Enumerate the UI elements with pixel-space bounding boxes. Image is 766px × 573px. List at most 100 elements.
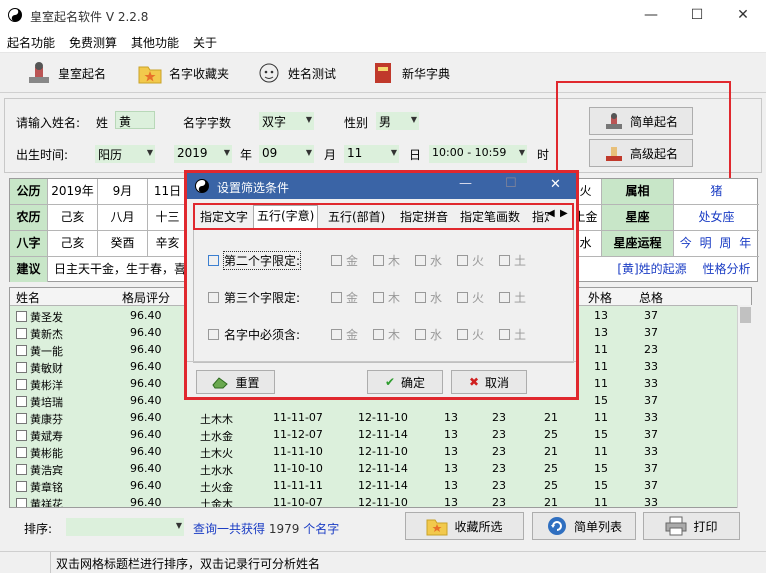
element-checkbox[interactable]: [415, 255, 426, 266]
surname-origin-link[interactable]: [黄]姓的起源: [610, 257, 694, 282]
favorites-button[interactable]: 名字收藏夹: [137, 59, 229, 87]
tab-more[interactable]: 指定: [529, 207, 549, 227]
day-select[interactable]: 11 ▼: [344, 145, 399, 163]
element-checkbox[interactable]: [331, 292, 342, 303]
close-button[interactable]: ✕: [720, 0, 766, 31]
cell-a: 11-12-07: [273, 428, 323, 441]
cell-c: 13: [444, 496, 458, 508]
maximize-button[interactable]: ☐: [674, 0, 720, 31]
dialog-minimize-button[interactable]: —: [459, 176, 472, 191]
cell-score: 96.40: [130, 343, 162, 356]
row-checkbox[interactable]: [16, 430, 27, 441]
table-row[interactable]: 黄章铭 96.40 土火金 11-11-11 12-11-14 13 23 25 15 37: [10, 478, 751, 495]
row-checkbox[interactable]: [16, 311, 27, 322]
name-test-button[interactable]: 姓名测试: [256, 59, 336, 87]
table-row[interactable]: 黄祥花 96.40 土金木 11-10-07 12-11-10 13 23 21 11 33: [10, 495, 751, 508]
element-checkbox[interactable]: [373, 255, 384, 266]
filter-row-checkbox[interactable]: [208, 292, 219, 303]
cell-w: 11: [594, 377, 608, 390]
row-checkbox[interactable]: [16, 447, 27, 458]
month-select[interactable]: 09 ▼: [259, 145, 314, 163]
element-checkbox[interactable]: [499, 255, 510, 266]
personality-link[interactable]: 性格分析: [694, 257, 759, 282]
row-checkbox[interactable]: [16, 481, 27, 492]
element-checkbox[interactable]: [457, 329, 468, 340]
advanced-naming-button[interactable]: 高级起名: [589, 139, 693, 167]
element-checkbox[interactable]: [415, 292, 426, 303]
element-label: 水: [430, 291, 443, 305]
cell-t: 23: [644, 343, 658, 356]
element-label: 木: [388, 254, 401, 268]
scroll-thumb[interactable]: [740, 307, 751, 323]
cancel-button[interactable]: ✖ 取消: [451, 370, 527, 394]
row-checkbox[interactable]: [16, 328, 27, 339]
element-checkbox[interactable]: [331, 329, 342, 340]
cell-score: 96.40: [130, 360, 162, 373]
element-checkbox[interactable]: [499, 329, 510, 340]
tab-scroll-left-icon[interactable]: ◀: [547, 208, 555, 219]
cell-wx: 土火金: [200, 481, 233, 494]
row-checkbox[interactable]: [16, 362, 27, 373]
tab-wuxing-meaning[interactable]: 五行(字意): [253, 205, 319, 228]
row-checkbox[interactable]: [16, 464, 27, 475]
cell-c: 13: [444, 462, 458, 475]
horoscope-links[interactable]: 今 明 周 年: [674, 231, 759, 256]
tab-wuxing-radical[interactable]: 五行(部首): [325, 207, 388, 227]
surname-input[interactable]: 黄: [115, 111, 155, 129]
menu-bar: 起名功能 免费测算 其他功能 关于: [0, 31, 766, 53]
tab-specify-char[interactable]: 指定文字: [197, 207, 251, 227]
element-checkbox[interactable]: [373, 292, 384, 303]
filter-row-checkbox[interactable]: [208, 255, 219, 266]
sort-select[interactable]: ▼: [66, 518, 184, 536]
cell-w: 11: [594, 445, 608, 458]
row-checkbox[interactable]: [16, 345, 27, 356]
filter-row-checkbox[interactable]: [208, 329, 219, 340]
list-scrollbar[interactable]: [737, 305, 752, 508]
year-select[interactable]: 2019 ▼: [174, 145, 232, 163]
row-checkbox[interactable]: [16, 498, 27, 507]
minimize-button[interactable]: —: [628, 0, 674, 31]
element-checkbox[interactable]: [415, 329, 426, 340]
name-length-select[interactable]: 双字 ▼: [259, 112, 314, 130]
menu-about[interactable]: 关于: [193, 34, 217, 51]
element-label: 土: [514, 291, 527, 305]
element-checkbox[interactable]: [373, 329, 384, 340]
table-row[interactable]: 黄斌寿 96.40 土水金 11-12-07 12-11-14 13 23 25 15 37: [10, 427, 751, 444]
element-label: 火: [472, 328, 485, 342]
collect-selected-button[interactable]: 收藏所选: [405, 512, 524, 540]
menu-naming[interactable]: 起名功能: [7, 34, 55, 51]
reset-button[interactable]: 重置: [196, 370, 275, 394]
row-checkbox[interactable]: [16, 379, 27, 390]
window-title: 皇室起名软件 V 2.2.8: [30, 10, 149, 24]
element-checkbox[interactable]: [499, 292, 510, 303]
dialog-close-button[interactable]: ✕: [550, 177, 561, 192]
dictionary-button[interactable]: 新华字典: [370, 59, 450, 87]
element-checkbox[interactable]: [457, 255, 468, 266]
table-row[interactable]: 黄康芬 96.40 土木木 11-11-07 12-11-10 13 23 21 11 33: [10, 410, 751, 427]
tab-strokes[interactable]: 指定笔画数: [457, 207, 523, 227]
element-checkbox[interactable]: [457, 292, 468, 303]
tab-scroll-right-icon[interactable]: ▶: [560, 208, 568, 219]
confirm-button[interactable]: ✔ 确定: [367, 370, 443, 394]
table-row[interactable]: 黄彬能 96.40 土木火 11-11-10 12-11-10 13 23 21 11 33: [10, 444, 751, 461]
hour-select[interactable]: 10:00 - 10:59 ▼: [429, 145, 527, 163]
cell-score: 96.40: [130, 394, 162, 407]
row-checkbox[interactable]: [16, 396, 27, 407]
royal-naming-button[interactable]: 皇室起名: [26, 59, 106, 87]
gender-select[interactable]: 男 ▼: [376, 112, 419, 130]
simple-naming-button[interactable]: 简单起名: [589, 107, 693, 135]
chevron-down-icon: ▼: [146, 148, 153, 157]
menu-free-test[interactable]: 免费测算: [69, 34, 117, 51]
element-checkbox[interactable]: [331, 255, 342, 266]
dialog-maximize-button[interactable]: ☐: [505, 176, 517, 191]
calendar-select[interactable]: 阳历 ▼: [95, 145, 155, 163]
menu-other[interactable]: 其他功能: [131, 34, 179, 51]
cell-w: 11: [594, 343, 608, 356]
seal-icon: [605, 147, 622, 161]
row-checkbox[interactable]: [16, 413, 27, 424]
gender-label: 性别: [344, 116, 369, 130]
tab-pinyin[interactable]: 指定拼音: [397, 207, 451, 227]
simple-list-button[interactable]: 简单列表: [532, 512, 636, 540]
table-row[interactable]: 黄浩宾 96.40 土水水 11-10-10 12-11-14 13 23 25 15 37: [10, 461, 751, 478]
print-button[interactable]: 打印: [643, 512, 740, 540]
